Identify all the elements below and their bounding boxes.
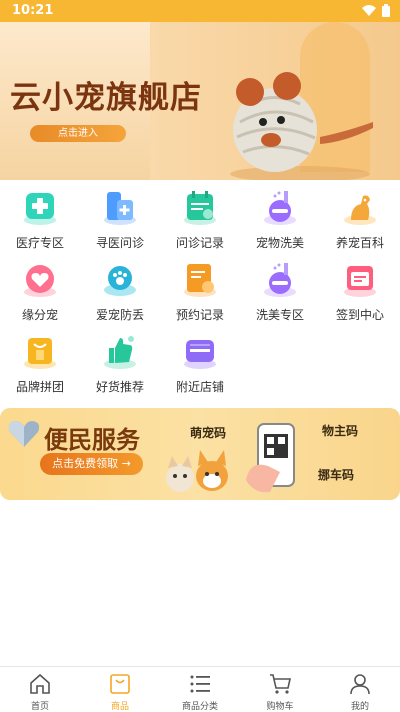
convenience-service-banner[interactable]: 便民服务 点击免费领取 → 萌宠码 物主码 挪车码 <box>0 408 400 500</box>
tab-profile[interactable]: 我的 <box>320 667 400 712</box>
menu-item-label: 洗美专区 <box>255 308 304 322</box>
menu-item-label: 医疗专区 <box>15 236 64 250</box>
heart-logo-icon <box>8 421 40 447</box>
menu-item-medical[interactable]: 医疗专区 <box>0 186 80 256</box>
battery-icon <box>382 4 390 17</box>
pets-illustration <box>166 450 228 492</box>
enter-store-button[interactable]: 点击进入 <box>30 125 126 142</box>
service-title: 便民服务 <box>44 426 140 454</box>
shower-icon <box>264 263 296 297</box>
menu-item-label: 预约记录 <box>175 308 224 322</box>
tab-label: 首页 <box>30 702 49 712</box>
thumbs-up-icon <box>104 336 136 369</box>
bag-icon <box>110 674 130 694</box>
status-bar: 10:21 <box>0 0 400 22</box>
user-icon <box>350 674 370 695</box>
menu-item-label: 爱宠防丢 <box>95 308 144 322</box>
paw-location-icon <box>104 266 136 296</box>
appointment-icon <box>184 264 216 297</box>
menu-item-appointments[interactable]: 预约记录 <box>160 258 240 328</box>
tab-home[interactable]: 首页 <box>0 667 80 712</box>
status-time: 10:21 <box>12 3 54 18</box>
menu-item-pet-wiki[interactable]: 养宠百科 <box>320 186 400 256</box>
qr-phone-icon <box>246 423 295 493</box>
menu-item-pet-grooming[interactable]: 宠物洗美 <box>240 186 320 256</box>
cart-icon <box>270 674 291 694</box>
calendar-record-icon <box>184 191 216 225</box>
owner-code-tag: 物主码 <box>322 424 359 438</box>
menu-item-grooming-zone[interactable]: 洗美专区 <box>240 258 320 328</box>
menu-item-label: 宠物洗美 <box>255 236 304 250</box>
menu-item-label: 缘分宠 <box>21 308 58 322</box>
menu-item-label: 附近店铺 <box>175 380 224 394</box>
tab-label: 我的 <box>350 702 369 712</box>
wifi-icon <box>362 4 376 16</box>
car-code-tag: 挪车码 <box>318 468 355 482</box>
menu-item-label: 养宠百科 <box>335 236 384 250</box>
menu-item-label: 好货推荐 <box>95 380 144 394</box>
shopping-bag-icon <box>24 338 56 369</box>
pet-toy-image <box>230 72 373 180</box>
menu-item-nearby-stores[interactable]: 附近店铺 <box>160 330 240 400</box>
menu-item-anti-lost[interactable]: 爱宠防丢 <box>80 258 160 328</box>
medicine-icon <box>104 192 136 225</box>
tab-cart[interactable]: 购物车 <box>240 667 320 712</box>
menu-item-label: 问诊记录 <box>175 236 224 250</box>
bottom-nav: 首页 商品 商品分类 购物车 我的 <box>0 666 400 712</box>
claim-free-button[interactable]: 点击免费领取 → <box>40 453 143 475</box>
home-icon <box>30 673 50 694</box>
menu-item-label: 寻医问诊 <box>95 236 144 250</box>
dog-icon <box>344 195 376 225</box>
tab-categories[interactable]: 商品分类 <box>160 667 240 712</box>
tab-label: 商品分类 <box>181 702 218 712</box>
pet-code-tag: 萌宠码 <box>190 426 227 440</box>
menu-item-adopt[interactable]: 缘分宠 <box>0 258 80 328</box>
menu-item-checkin[interactable]: 签到中心 <box>320 258 400 328</box>
banner-title: 云小宠旗舰店 <box>10 80 202 116</box>
menu-item-group-buy[interactable]: 品牌拼团 <box>0 330 80 400</box>
menu-item-consult-records[interactable]: 问诊记录 <box>160 186 240 256</box>
shower-icon <box>264 191 296 225</box>
status-icons <box>362 4 390 17</box>
promo-banner[interactable]: 云小宠旗舰店 点击进入 <box>0 22 400 180</box>
menu-item-recommend[interactable]: 好货推荐 <box>80 330 160 400</box>
tab-products[interactable]: 商品 <box>80 667 160 712</box>
medical-kit-icon <box>24 193 56 225</box>
menu-item-consult[interactable]: 寻医问诊 <box>80 186 160 256</box>
calendar-checkin-icon <box>344 266 376 297</box>
tab-label: 商品 <box>110 702 129 712</box>
menu-item-label: 签到中心 <box>335 308 384 322</box>
store-icon <box>184 340 216 369</box>
list-icon <box>190 675 210 693</box>
heart-icon <box>24 265 56 297</box>
menu-item-label: 品牌拼团 <box>15 380 64 394</box>
tab-label: 购物车 <box>266 702 294 712</box>
